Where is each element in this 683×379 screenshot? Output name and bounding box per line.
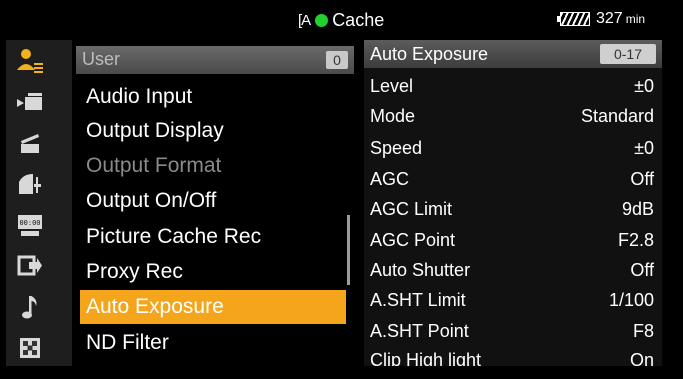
camera-icon[interactable]	[15, 89, 45, 115]
setting-label: AGC Point	[370, 230, 456, 250]
battery-indicator: 327 min	[557, 10, 646, 28]
setting-value: ±0	[634, 138, 654, 158]
setting-row-a-sht-limit[interactable]: A.SHT Limit 1/100	[364, 286, 662, 316]
setting-row-auto-shutter[interactable]: Auto Shutter Off	[364, 256, 662, 286]
battery-minutes: 327	[596, 10, 623, 27]
cache-label: Cache	[332, 9, 385, 30]
user-icon[interactable]	[15, 48, 45, 74]
setting-value: 1/100	[608, 290, 654, 310]
setting-label: Speed	[370, 138, 423, 158]
menu-item-nd-filter[interactable]: ND Filter	[80, 326, 346, 360]
auto-mode-icon: [A	[298, 11, 311, 29]
setting-label: Mode	[370, 106, 416, 126]
menu-scrollbar[interactable]	[347, 215, 350, 285]
setting-label: Auto Shutter	[370, 260, 471, 280]
menu-header: User 0	[76, 46, 354, 74]
setting-value: Off	[630, 169, 654, 189]
menu-header-badge: 0	[326, 51, 348, 69]
menu-item-proxy-rec[interactable]: Proxy Rec	[80, 255, 346, 289]
setting-row-agc[interactable]: AGC Off	[364, 165, 662, 195]
settings-panel: Auto Exposure 0-17 Level ±0 Mode Standar…	[364, 40, 662, 366]
camera-menu-screen: [A Cache 327 min 00:00 User 0 Audio Inpu…	[0, 0, 683, 379]
cache-indicator: [A Cache	[298, 8, 384, 32]
setting-value: F2.8	[617, 230, 654, 250]
status-bar: [A Cache 327 min	[0, 0, 683, 38]
battery-icon	[557, 12, 590, 26]
setting-row-agc-limit[interactable]: AGC Limit 9dB	[364, 195, 662, 225]
menu-header-title: User	[82, 49, 121, 69]
battery-unit: min	[625, 12, 646, 26]
setting-value: Standard	[580, 106, 654, 126]
menu-item-output-on-off[interactable]: Output On/Off	[80, 184, 346, 218]
clapper-icon[interactable]	[15, 130, 45, 156]
setting-row-a-sht-point[interactable]: A.SHT Point F8	[364, 317, 662, 347]
setting-row-speed[interactable]: Speed ±0	[364, 134, 662, 164]
panel-title: Auto Exposure	[370, 44, 489, 64]
setting-value: F8	[632, 321, 654, 341]
setting-value: 9dB	[621, 199, 654, 219]
panel-badge: 0-17	[600, 44, 656, 64]
menu-item-output-format: Output Format	[86, 154, 222, 177]
menu-item-output-display[interactable]: Output Display	[80, 114, 346, 148]
setting-value: Off	[630, 260, 654, 280]
setting-label: AGC Limit	[370, 199, 453, 219]
setting-row-clip-high-light[interactable]: Clip High light On	[364, 346, 662, 366]
menu-list: User 0 Audio Input Output Display Output…	[76, 40, 354, 366]
cache-status-dot-icon	[315, 13, 329, 27]
setting-label: A.SHT Limit	[370, 290, 466, 310]
menu-item-picture-cache-rec[interactable]: Picture Cache Rec	[80, 220, 346, 254]
svg-text:00:00: 00:00	[19, 219, 40, 227]
setting-label: Clip High light	[370, 350, 482, 366]
grid-icon[interactable]	[15, 335, 45, 361]
setting-value: On	[629, 350, 654, 366]
music-note-icon[interactable]	[15, 294, 45, 320]
setting-label: A.SHT Point	[370, 321, 469, 341]
panel-header: Auto Exposure 0-17	[364, 40, 662, 68]
setting-label: Level	[370, 76, 414, 96]
category-icon-column: 00:00	[6, 40, 72, 366]
timecode-icon[interactable]: 00:00	[15, 212, 45, 238]
setting-row-mode[interactable]: Mode Standard	[364, 102, 662, 132]
menu-item-auto-exposure[interactable]: Auto Exposure	[80, 290, 346, 324]
setting-row-agc-point[interactable]: AGC Point F2.8	[364, 226, 662, 256]
paint-icon[interactable]	[15, 171, 45, 197]
setting-value: ±0	[634, 76, 654, 96]
menu-item-audio-input[interactable]: Audio Input	[80, 80, 346, 114]
output-icon[interactable]	[15, 253, 45, 279]
setting-label: AGC	[370, 169, 410, 189]
setting-row-level[interactable]: Level ±0	[364, 72, 662, 102]
